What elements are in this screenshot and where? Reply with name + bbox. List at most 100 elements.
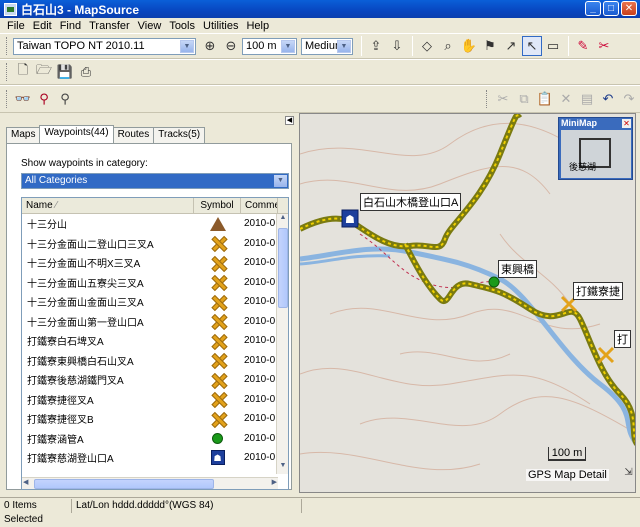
map-resize-icon[interactable]: ⇲	[622, 467, 635, 491]
chevron-down-icon[interactable]: ▼	[281, 39, 295, 53]
track-tool-icon[interactable]: ✎	[573, 36, 593, 56]
column-symbol[interactable]: Symbol	[194, 198, 241, 213]
menu-edit[interactable]: Edit	[29, 20, 56, 32]
scroll-left-icon[interactable]: ◀	[23, 478, 28, 486]
column-comment[interactable]: Commer	[241, 198, 278, 213]
toolbar-grip[interactable]	[6, 37, 9, 55]
menu-file[interactable]: File	[3, 20, 29, 32]
send-to-device-icon[interactable]: ⇪	[366, 36, 386, 56]
minimap-window[interactable]: MiniMap ✕ 後慈湖	[558, 117, 633, 180]
scroll-up-icon[interactable]: ▲	[278, 214, 288, 226]
route-tool-icon[interactable]: ↗	[501, 36, 521, 56]
table-row[interactable]: 十三分金面山金面山三叉A 2010-01	[22, 292, 288, 312]
receive-from-device-icon[interactable]: ⇩	[387, 36, 407, 56]
menu-tools[interactable]: Tools	[165, 20, 199, 32]
waypoint-comment: 2010-01	[244, 432, 275, 444]
undo-icon[interactable]: ↶	[598, 89, 618, 109]
waypoint-name: 打鐵寮涵管A	[27, 434, 84, 446]
table-row[interactable]: 打鐵寮慈湖登山口A ☗ 2010-01	[22, 448, 288, 468]
selection-tool-icon[interactable]: ↖	[522, 36, 542, 56]
chevron-down-icon[interactable]: ▼	[337, 39, 351, 53]
cut-icon[interactable]: ✂	[493, 89, 513, 109]
toolbar-grip[interactable]	[6, 90, 9, 108]
tab-tracks[interactable]: Tracks(5)	[153, 127, 206, 143]
table-row[interactable]: 打鐵寮東興橋白石山叉A 2010-01	[22, 351, 288, 371]
tab-routes[interactable]: Routes	[112, 127, 155, 143]
minimap-close-icon[interactable]: ✕	[622, 119, 631, 128]
waypoint-comment: 2010-01	[244, 296, 275, 308]
scroll-down-icon[interactable]: ▼	[278, 462, 288, 474]
detail-select[interactable]: Medium ▼	[301, 37, 353, 55]
map-label-trailhead[interactable]: 白石山木橋登山口A	[360, 193, 462, 211]
new-file-icon[interactable]: 🗋	[13, 62, 33, 82]
properties-icon[interactable]: ▤	[577, 89, 597, 109]
table-row[interactable]: 打鐵寮後慈湖鐵門叉A 2010-01	[22, 370, 288, 390]
map-view[interactable]: ☗ 白石山木橋登山口A 東興橋 打鐵寮捷 打 MiniMap ✕ 後慈湖 100…	[299, 113, 636, 493]
map-tool-icon[interactable]: ◇	[417, 36, 437, 56]
erase-tool-icon[interactable]: ✂	[594, 36, 614, 56]
open-folder-icon[interactable]: 🗁	[34, 62, 54, 82]
delete-icon[interactable]: ✕	[556, 89, 576, 109]
save-icon[interactable]: 💾	[55, 62, 75, 82]
find-places-icon[interactable]: ⚲	[55, 89, 75, 109]
find-icon[interactable]: 👓	[13, 89, 33, 109]
scroll-right-icon[interactable]: ▶	[272, 478, 277, 486]
table-row[interactable]: 打鐵寮涵管A 2010-01	[22, 429, 288, 449]
collapse-panel-icon[interactable]: ◀	[285, 116, 294, 125]
menu-utilities[interactable]: Utilities	[199, 20, 242, 32]
crossing-icon	[211, 236, 225, 250]
table-row[interactable]: 打鐵寮白石埤叉A 2010-01	[22, 331, 288, 351]
copy-icon[interactable]: ⧉	[514, 89, 534, 109]
column-name-label: Name	[26, 200, 53, 211]
map-product-select[interactable]: Taiwan TOPO NT 2010.11 ▼	[13, 37, 196, 55]
scroll-thumb[interactable]	[278, 228, 288, 308]
table-row[interactable]: 打鐵寮捷徑叉A 2010-01	[22, 390, 288, 410]
map-label-fork[interactable]: 打鐵寮捷	[573, 282, 623, 300]
table-row[interactable]: 十三分金面山五寮尖三叉A 2010-01	[22, 273, 288, 293]
table-row[interactable]: 十三分金面山第一登山口A 2010-01	[22, 312, 288, 332]
zoom-out-icon[interactable]: ⊖	[221, 36, 241, 56]
minimize-button[interactable]: _	[585, 1, 601, 16]
table-row[interactable]: 打鐵寮捷徑叉B 2010-01	[22, 409, 288, 429]
table-row[interactable]: 十三分金面山二登山口三叉A 2010-01	[22, 234, 288, 254]
map-label-bridge[interactable]: 東興橋	[498, 260, 537, 278]
table-row[interactable]: 十三分山 2010-01	[22, 214, 288, 234]
contour-line	[300, 451, 481, 471]
map-label-fork2[interactable]: 打	[614, 330, 631, 348]
print-icon[interactable]: ⎙	[76, 62, 96, 82]
horizontal-scrollbar[interactable]: ◀ ▶	[22, 477, 278, 489]
column-name[interactable]: Name ⁄	[22, 198, 194, 213]
zoom-tool-icon[interactable]: ⌕	[438, 36, 458, 56]
crossing-icon	[211, 392, 225, 406]
redo-icon[interactable]: ↷	[619, 89, 639, 109]
menu-help[interactable]: Help	[242, 20, 273, 32]
toolbar-grip[interactable]	[6, 63, 9, 81]
tab-maps[interactable]: Maps	[6, 127, 41, 143]
app-icon[interactable]	[4, 2, 17, 16]
minimap-view[interactable]: 後慈湖	[561, 130, 631, 178]
menu-find[interactable]: Find	[56, 20, 85, 32]
hand-tool-icon[interactable]: ✋	[459, 36, 479, 56]
chevron-down-icon[interactable]: ▼	[180, 39, 194, 53]
find-nearby-icon[interactable]: ⚲	[34, 89, 54, 109]
contour-line	[329, 307, 601, 330]
distance-tool-icon[interactable]: ▭	[543, 36, 563, 56]
waypoint-tool-icon[interactable]: ⚑	[480, 36, 500, 56]
category-select[interactable]: All Categories ▼	[21, 173, 289, 189]
tab-waypoints[interactable]: Waypoints(44)	[39, 125, 114, 143]
maximize-button[interactable]: □	[603, 1, 619, 16]
close-button[interactable]: ✕	[621, 1, 637, 16]
paste-icon[interactable]: 📋	[535, 89, 555, 109]
chevron-down-icon[interactable]: ▼	[274, 175, 287, 187]
menu-view[interactable]: View	[134, 20, 166, 32]
table-row[interactable]: 十三分金面山不明X三叉A 2010-01	[22, 253, 288, 273]
hscroll-thumb[interactable]	[34, 479, 214, 489]
status-position-format: Lat/Lon hddd.ddddd°(WGS 84)	[72, 499, 302, 513]
vertical-scrollbar[interactable]: ▲ ▼	[276, 214, 288, 474]
waypoint-comment: 2010-01	[244, 276, 275, 288]
menu-transfer[interactable]: Transfer	[85, 20, 134, 32]
toolbar-grip[interactable]	[486, 90, 489, 108]
category-value: All Categories	[25, 175, 88, 186]
zoom-in-icon[interactable]: ⊕	[200, 36, 220, 56]
zoom-select[interactable]: 100 m ▼	[242, 37, 297, 55]
